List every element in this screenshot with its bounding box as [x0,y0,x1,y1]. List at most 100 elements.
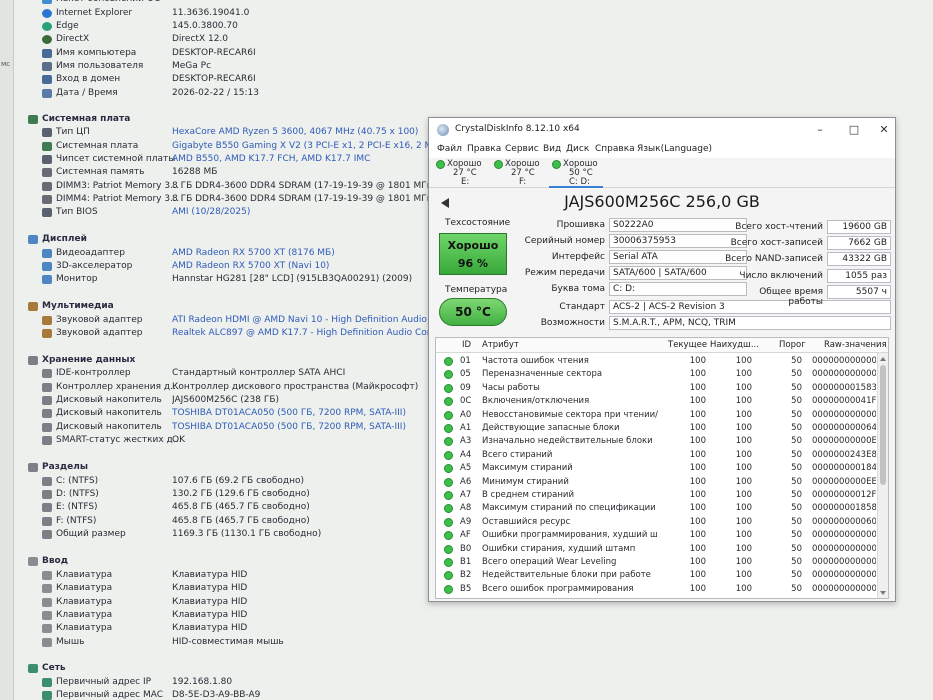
tree-section[interactable]: Сеть [22,662,432,675]
col-id[interactable]: ID [462,340,471,350]
tree-item[interactable]: Дисковый накопитель TOSHIBA DT01ACA050 (5… [22,407,432,420]
table-row[interactable]: 09 Часы работы 100 100 50 000000001583 [436,382,876,395]
menu-service[interactable]: Сервис [505,144,539,154]
tree-item[interactable]: Мышь HID-совместимая мышь [22,636,432,649]
table-row[interactable]: 01 Частота ошибок чтения 100 100 50 000000000… [436,355,876,368]
tree-item[interactable]: IDE-контроллер Стандартный контроллер SAT… [22,367,432,380]
tree-item[interactable]: Системная память 16288 МБ [22,166,432,179]
temperature-badge[interactable]: 50 °C [439,298,507,326]
tree-section[interactable]: Хранение данных [22,354,432,367]
tree-item[interactable]: Видеоадаптер AMD Radeon RX 5700 XT (8176 … [22,247,432,260]
tree-item[interactable]: Первичный адрес IP 192.168.1.80 [22,676,432,689]
table-row[interactable]: A6 Минимум стираний 100 100 50 0000000000EE [436,476,876,489]
tree-item[interactable]: Звуковой адаптер ATI Radeon HDMI @ AMD Na… [22,314,432,327]
scroll-down-icon[interactable] [880,591,886,595]
table-row[interactable]: A8 Максимум стираний по спецификации 100 10… [436,502,876,515]
table-row[interactable]: B1 Всего операций Wear Leveling 100 100 50 00… [436,556,876,569]
tree-item[interactable]: SMART-статус жестких дис... OK [22,434,432,447]
col-current[interactable]: Текущее [668,340,707,350]
tree-item[interactable]: Тип ЦП HexaCore AMD Ryzen 5 3600, 4067 MH… [22,126,432,139]
drive-tab-c-d[interactable]: Хорошо 50 °C C: D: [549,158,603,188]
menu-language[interactable]: Язык(Language) [637,144,712,154]
menu-view[interactable]: Вид [543,144,561,154]
title-bar[interactable]: CrystalDiskInfo 8.12.10 x64 – □ ✕ [429,118,895,142]
tree-item[interactable]: Чипсет системной платы AMD B550, AMD K17.… [22,153,432,166]
tree-item[interactable]: Тип BIOS AMI (10/28/2025) [22,206,432,219]
tree-item[interactable]: Дисковый накопитель JAJS600M256C (238 ГБ) [22,394,432,407]
col-attribute[interactable]: Атрибут [482,340,519,350]
tree-item[interactable]: Монитор Hannstar HG281 [28" LCD] (915LB3Q… [22,273,432,286]
tree-section[interactable]: Разделы [22,461,432,474]
tree-item[interactable]: C: (NTFS) 107.6 ГБ (69.2 ГБ свободно) [22,475,432,488]
table-row[interactable]: A9 Оставшийся ресурс 100 100 50 000000000060 [436,516,876,529]
tree-item[interactable]: DIMM3: Patriot Memory 360... 8 ГБ DDR4-36… [22,180,432,193]
col-worst[interactable]: Наихудш... [710,340,759,350]
tree-item-value[interactable]: AMD Radeon RX 5700 XT (8176 МБ) [172,247,432,260]
table-row[interactable]: A1 Действующие запасные блоки 100 100 50 0000… [436,422,876,435]
scroll-thumb[interactable] [880,365,886,485]
health-status-badge[interactable]: Хорошо 96 % [439,233,507,275]
tree-item-value[interactable]: AMI (10/28/2025) [172,206,432,219]
col-raw[interactable]: Raw-значения [824,340,887,350]
tree-item[interactable]: Звуковой адаптер Realtek ALC897 @ AMD K17… [22,327,432,340]
table-row[interactable]: B5 Всего ошибок программирования 100 100 50 0… [436,583,876,596]
tree-item[interactable]: 3D-акселератор AMD Radeon RX 5700 XT (Nav… [22,260,432,273]
tree-section[interactable]: Дисплей [22,233,432,246]
table-row[interactable]: B2 Недействительные блоки при работе 100 10… [436,569,876,582]
tree-item-value[interactable]: HexaCore AMD Ryzen 5 3600, 4067 MHz (40.… [172,126,432,139]
tree-item[interactable]: Имя компьютера DESKTOP-RECAR6I [22,47,432,60]
tree-item[interactable]: Системная плата Gigabyte B550 Gaming X V2… [22,140,432,153]
tree-item[interactable]: DirectX DirectX 12.0 [22,33,432,46]
tree-item[interactable]: F: (NTFS) 465.8 ГБ (465.7 ГБ свободно) [22,515,432,528]
table-row[interactable]: A7 В среднем стираний 100 100 50 00000000012F [436,489,876,502]
tree-item[interactable]: Клавиатура Клавиатура HID [22,596,432,609]
table-row[interactable]: B0 Ошибки стирания, худший штамп 100 100 50 0… [436,543,876,556]
tree-item[interactable]: Клавиатура Клавиатура HID [22,569,432,582]
tree-item-value[interactable]: TOSHIBA DT01ACA050 (500 ГБ, 7200 RPM, SA… [172,407,432,420]
tree-section[interactable]: Ввод [22,555,432,568]
tree-item[interactable]: Клавиатура Клавиатура HID [22,609,432,622]
table-row[interactable]: A3 Изначально недействительные блоки 100 10… [436,435,876,448]
tree-item[interactable]: Общий размер 1169.3 ГБ (1130.1 ГБ свободн… [22,528,432,541]
scroll-up-icon[interactable] [880,357,886,361]
tree-item[interactable]: Дата / Время 2026-02-22 / 15:13 [22,87,432,100]
table-row[interactable]: 0C Включения/отключения 100 100 50 0000000004… [436,395,876,408]
tree-item[interactable]: Internet Explorer 11.3636.19041.0 [22,7,432,20]
tree-item[interactable]: Клавиатура Клавиатура HID [22,582,432,595]
tree-item[interactable]: Дисковый накопитель TOSHIBA DT01ACA050 (5… [22,421,432,434]
menu-disk[interactable]: Диск [566,144,589,154]
tree-item-value[interactable]: AMD Radeon RX 5700 XT (Navi 10) [172,260,432,273]
table-row[interactable]: A0 Невосстановимые сектора при чтении/за.… [436,409,876,422]
tree-item-value[interactable]: AMD B550, AMD K17.7 FCH, AMD K17.7 IMC [172,153,432,166]
tree-item[interactable]: Пакет обновлений ОС [22,0,432,6]
tree-item[interactable]: Первичный адрес MAC D8-5E-D3-A9-BB-A9 [22,689,432,700]
maximize-button[interactable]: □ [847,123,861,136]
tree-item[interactable]: DIMM4: Patriot Memory 360... 8 ГБ DDR4-36… [22,193,432,206]
tree-item-value[interactable]: Gigabyte B550 Gaming X V2 (3 PCI-E x1, 2… [172,140,432,153]
menu-edit[interactable]: Правка [467,144,501,154]
tree-item[interactable]: Вход в домен DESKTOP-RECAR6I [22,73,432,86]
menu-file[interactable]: Файл [437,144,462,154]
table-row[interactable]: A5 Максимум стираний 100 100 50 000000000184 [436,462,876,475]
table-scrollbar[interactable] [877,353,888,598]
close-button[interactable]: ✕ [877,123,891,136]
tree-item-value[interactable]: Realtek ALC897 @ AMD K17.7 - High Defini… [172,327,432,340]
tree-item-value[interactable]: ATI Radeon HDMI @ AMD Navi 10 - High Def… [172,314,432,327]
minimize-button[interactable]: – [813,123,827,136]
table-row[interactable]: A4 Всего стираний 100 100 50 0000000243E8 [436,449,876,462]
tree-item[interactable]: Контроллер хранения данн... Контроллер ди… [22,381,432,394]
tree-item[interactable]: Клавиатура Клавиатура HID [22,622,432,635]
tree-section[interactable]: Системная плата [22,113,432,126]
tree-item-value[interactable]: TOSHIBA DT01ACA050 (500 ГБ, 7200 RPM, SA… [172,421,432,434]
tree-item[interactable]: Edge 145.0.3800.70 [22,20,432,33]
table-row[interactable]: 05 Переназначенные сектора 100 100 50 0000000… [436,368,876,381]
tree-item[interactable]: E: (NTFS) 465.8 ГБ (465.7 ГБ свободно) [22,501,432,514]
drive-tab-f[interactable]: Хорошо 27 °C F: [491,158,545,188]
smart-attributes-table[interactable]: ID Атрибут Текущее Наихудш... Порог Raw-… [435,337,889,599]
col-threshold[interactable]: Порог [779,340,806,350]
tree-item[interactable]: D: (NTFS) 130.2 ГБ (129.6 ГБ свободно) [22,488,432,501]
menu-help[interactable]: Справка [595,144,635,154]
tree-section[interactable]: Мультимедиа [22,300,432,313]
tree-item[interactable]: Имя пользователя MeGa Pc [22,60,432,73]
drive-tab-e[interactable]: Хорошо 27 °C E: [433,158,487,188]
